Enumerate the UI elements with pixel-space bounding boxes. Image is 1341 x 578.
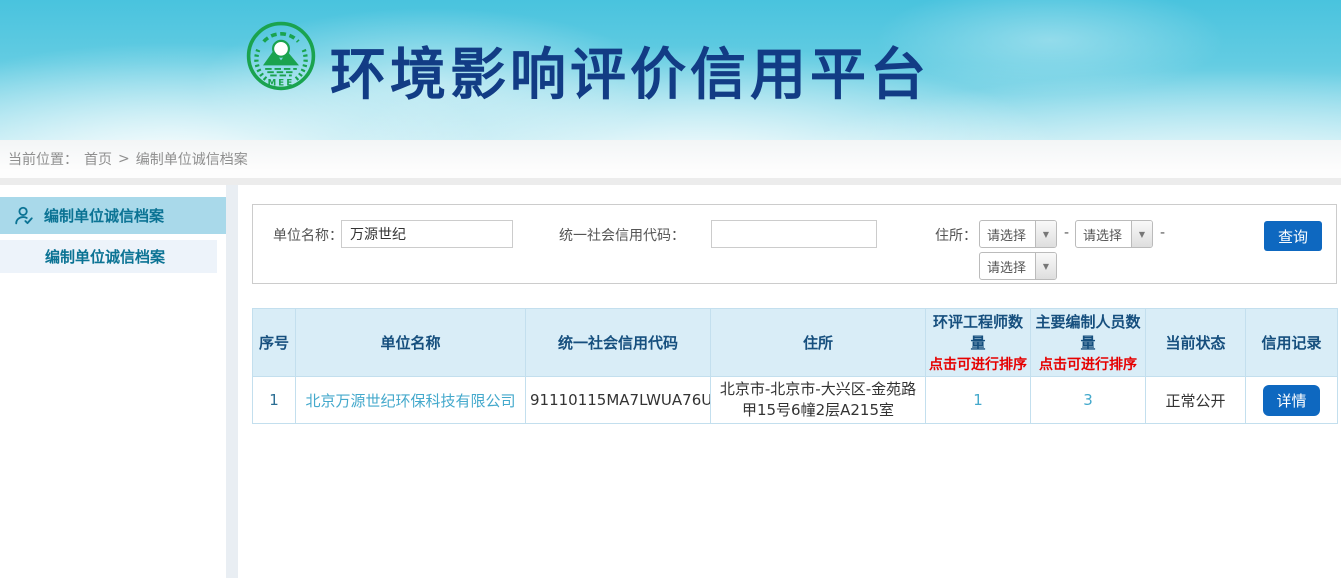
- sidebar-content-divider: [226, 185, 238, 578]
- table-row: 1 北京万源世纪环保科技有限公司 91110115MA7LWUA76U 北京市-…: [253, 377, 1338, 424]
- header-engineer-count-sort[interactable]: 环评工程师数量 点击可进行排序: [926, 309, 1031, 377]
- header-credit-code: 统一社会信用代码: [526, 309, 711, 377]
- breadcrumb-home-link[interactable]: 首页: [84, 149, 112, 169]
- sidebar-subitem-label: 编制单位诚信档案: [45, 246, 165, 267]
- address-city-select[interactable]: 请选择 ▼: [1075, 220, 1153, 248]
- district-select-value: 请选择: [980, 257, 1035, 276]
- chevron-down-icon[interactable]: ▼: [1035, 221, 1056, 247]
- address-district-select[interactable]: 请选择 ▼: [979, 252, 1057, 280]
- sidebar: 编制单位诚信档案 编制单位诚信档案: [0, 185, 226, 578]
- user-check-icon: [13, 205, 35, 227]
- city-select-value: 请选择: [1076, 225, 1131, 244]
- row-index: 1: [253, 377, 296, 424]
- address-label: 住所：: [935, 222, 977, 250]
- sidebar-item-unit-credit-archive[interactable]: 编制单位诚信档案: [0, 197, 226, 234]
- staff-count-link[interactable]: 3: [1083, 391, 1093, 409]
- breadcrumb-prefix: 当前位置：: [8, 149, 78, 169]
- unit-name-input[interactable]: [341, 220, 513, 248]
- address-dash: -: [1160, 225, 1165, 241]
- sort-hint: 点击可进行排序: [928, 354, 1028, 374]
- page-title: 环境影响评价信用平台: [330, 30, 930, 111]
- breadcrumb: 当前位置： 首页 > 编制单位诚信档案: [0, 140, 1341, 178]
- logo-text: MEE: [268, 79, 295, 89]
- detail-button[interactable]: 详情: [1263, 385, 1319, 416]
- query-button[interactable]: 查询: [1264, 221, 1322, 251]
- header-address: 住所: [711, 309, 926, 377]
- mee-logo-icon: MEE: [245, 20, 317, 92]
- breadcrumb-current: 编制单位诚信档案: [136, 149, 248, 169]
- header-staff-count-sort[interactable]: 主要编制人员数量 点击可进行排序: [1031, 309, 1146, 377]
- results-table: 序号 单位名称 统一社会信用代码 住所 环评工程师数量 点击可进行排序 主要编制…: [252, 308, 1338, 424]
- province-select-value: 请选择: [980, 225, 1035, 244]
- site-header: MEE 环境影响评价信用平台: [0, 0, 1341, 140]
- header-unit-name: 单位名称: [296, 309, 526, 377]
- row-address: 北京市-北京市-大兴区-金苑路甲15号6幢2层A215室: [711, 377, 926, 424]
- company-name-link[interactable]: 北京万源世纪环保科技有限公司: [305, 392, 515, 410]
- credit-code-input[interactable]: [711, 220, 877, 248]
- sidebar-item-label: 编制单位诚信档案: [44, 205, 164, 226]
- unit-name-label: 单位名称：: [273, 222, 343, 250]
- sidebar-subitem-unit-credit-archive[interactable]: 编制单位诚信档案: [0, 240, 217, 273]
- sort-hint: 点击可进行排序: [1033, 354, 1143, 374]
- search-panel: 单位名称： 统一社会信用代码： 住所： 请选择 ▼ - 请选择 ▼ - 请选择 …: [252, 204, 1337, 284]
- staff-count-title: 主要编制人员数量: [1035, 313, 1140, 352]
- header-index: 序号: [253, 309, 296, 377]
- address-province-select[interactable]: 请选择 ▼: [979, 220, 1057, 248]
- chevron-down-icon[interactable]: ▼: [1035, 253, 1056, 279]
- breadcrumb-separator: >: [118, 151, 130, 167]
- engineer-count-title: 环评工程师数量: [933, 313, 1023, 352]
- row-credit-code: 91110115MA7LWUA76U: [526, 377, 711, 424]
- address-dash: -: [1064, 225, 1069, 241]
- table-header-row: 序号 单位名称 统一社会信用代码 住所 环评工程师数量 点击可进行排序 主要编制…: [253, 309, 1338, 377]
- header-divider: [0, 178, 1341, 185]
- engineer-count-link[interactable]: 1: [973, 391, 983, 409]
- header-credit-record: 信用记录: [1246, 309, 1338, 377]
- chevron-down-icon[interactable]: ▼: [1131, 221, 1152, 247]
- credit-code-label: 统一社会信用代码：: [559, 222, 685, 250]
- row-status: 正常公开: [1146, 377, 1246, 424]
- header-status: 当前状态: [1146, 309, 1246, 377]
